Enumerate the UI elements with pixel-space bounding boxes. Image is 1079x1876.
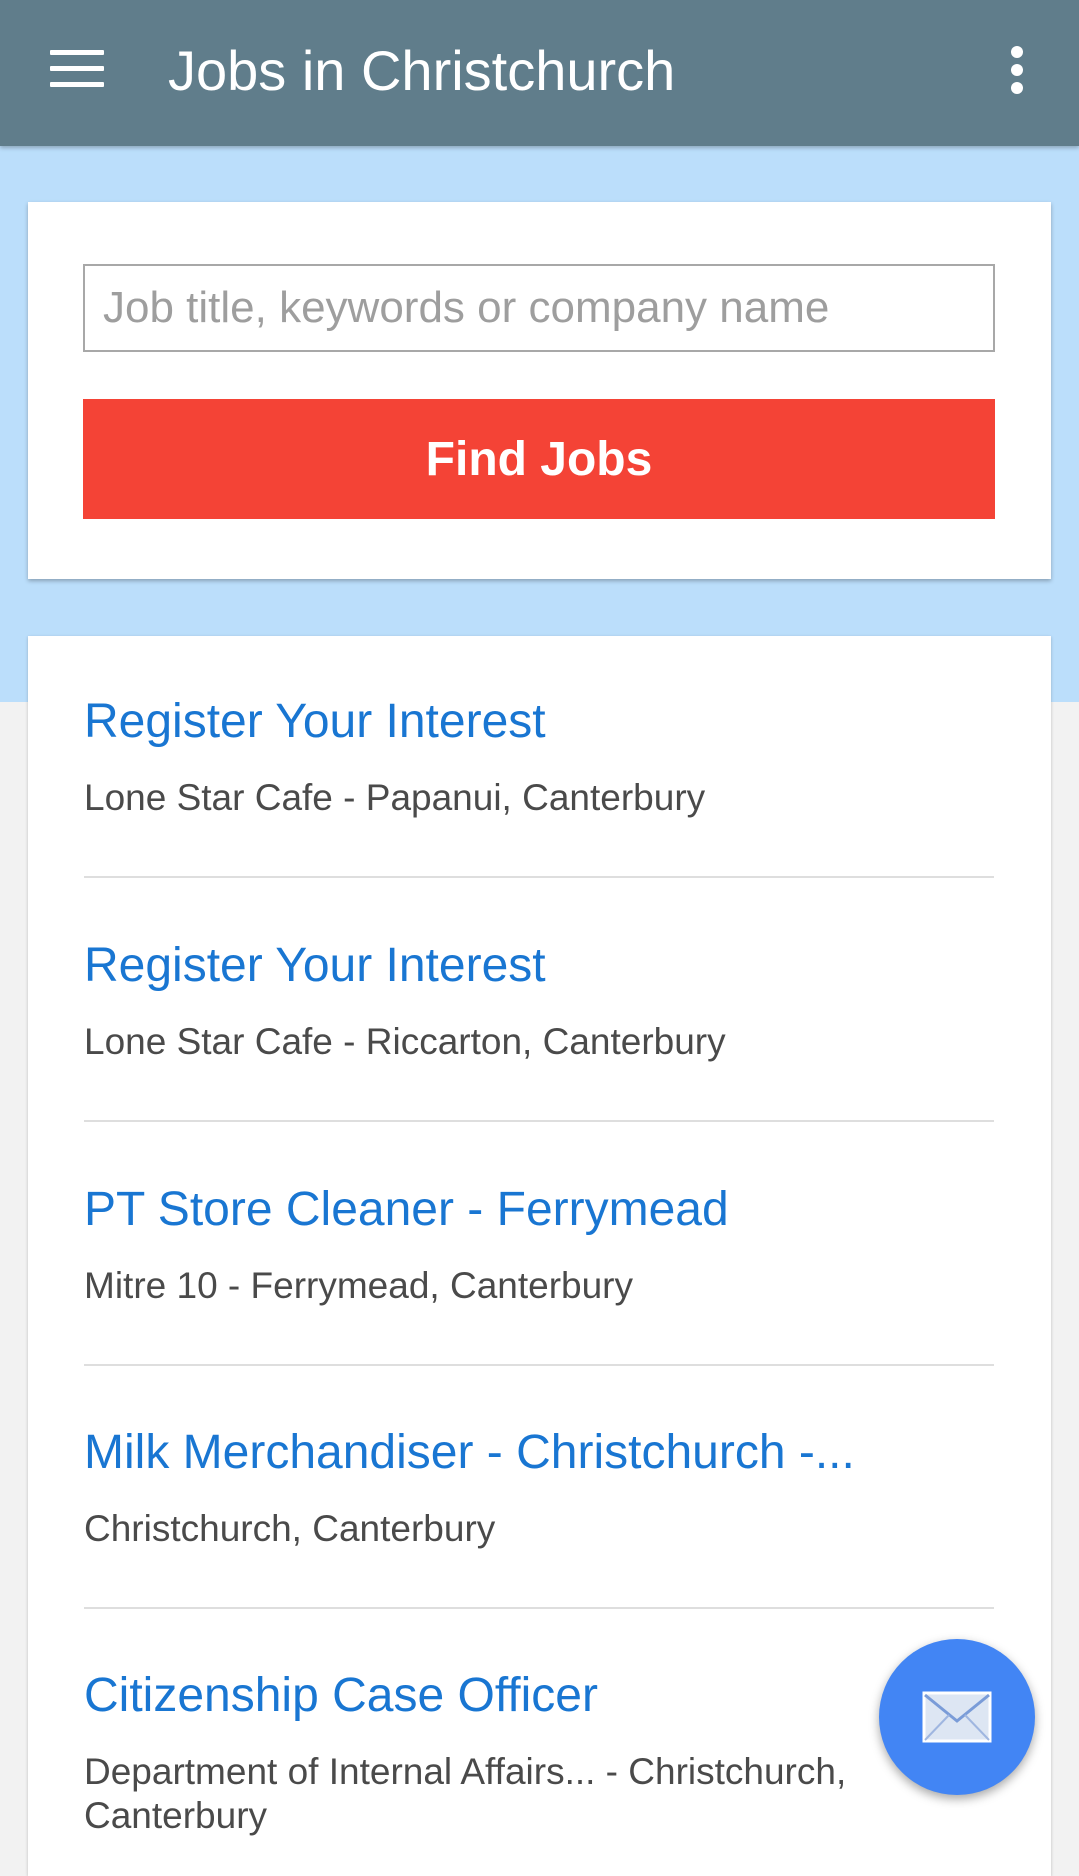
- hamburger-menu-icon[interactable]: [50, 50, 104, 88]
- job-title[interactable]: PT Store Cleaner - Ferrymead: [84, 1182, 729, 1238]
- job-company-location: Christchurch, Canterbury: [84, 1508, 496, 1549]
- job-company-location: Department of Internal Affairs... - Chri…: [84, 1751, 847, 1836]
- email-fab-button[interactable]: [879, 1639, 1035, 1795]
- job-title[interactable]: Register Your Interest: [84, 694, 546, 750]
- job-list-item[interactable]: Register Your Interest Lone Star Cafe - …: [84, 636, 994, 878]
- divider: [84, 1364, 994, 1366]
- divider: [84, 876, 994, 878]
- divider: [84, 1607, 994, 1609]
- job-company-location: Lone Star Cafe - Riccarton, Canterbury: [84, 1021, 726, 1062]
- divider: [84, 1120, 994, 1122]
- job-title[interactable]: Register Your Interest: [84, 938, 546, 994]
- job-company-location: Lone Star Cafe - Papanui, Canterbury: [84, 777, 706, 818]
- job-company-location: Mitre 10 - Ferrymead, Canterbury: [84, 1265, 634, 1306]
- email-icon: [922, 1691, 992, 1743]
- job-list-item[interactable]: Register Your Interest Lone Star Cafe - …: [84, 880, 994, 1122]
- page-title: Jobs in Christchurch: [168, 39, 676, 102]
- search-card: Find Jobs: [28, 202, 1051, 579]
- job-list-item[interactable]: Citizenship Case Officer Department of I…: [84, 1610, 994, 1852]
- job-list-item[interactable]: PT Store Cleaner - Ferrymead Mitre 10 - …: [84, 1124, 994, 1366]
- job-title[interactable]: Milk Merchandiser - Christchurch -...: [84, 1425, 855, 1481]
- find-jobs-button[interactable]: Find Jobs: [83, 399, 995, 519]
- job-list-item[interactable]: Milk Merchandiser - Christchurch -... Ch…: [84, 1367, 994, 1609]
- job-title[interactable]: Citizenship Case Officer: [84, 1668, 598, 1724]
- more-vert-icon[interactable]: [1002, 44, 1032, 96]
- app-bar: Jobs in Christchurch: [0, 0, 1079, 146]
- search-input[interactable]: [83, 264, 995, 352]
